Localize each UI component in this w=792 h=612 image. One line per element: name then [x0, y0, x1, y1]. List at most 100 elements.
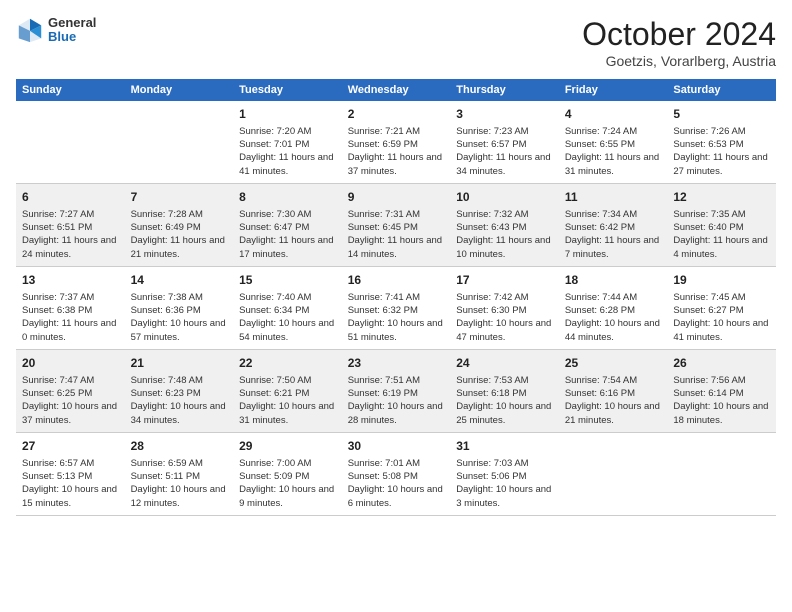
logo-text: General Blue — [48, 16, 96, 45]
calendar-table: SundayMondayTuesdayWednesdayThursdayFrid… — [16, 79, 776, 516]
week-row-4: 20Sunrise: 7:47 AM Sunset: 6:25 PM Dayli… — [16, 349, 776, 432]
logo-icon — [16, 16, 44, 44]
day-number: 27 — [22, 438, 119, 455]
day-number: 28 — [131, 438, 228, 455]
col-header-saturday: Saturday — [667, 79, 776, 101]
day-info: Sunrise: 7:40 AM Sunset: 6:34 PM Dayligh… — [239, 291, 336, 344]
col-header-friday: Friday — [559, 79, 668, 101]
location-title: Goetzis, Vorarlberg, Austria — [582, 53, 776, 69]
day-cell: 5 Sunrise: 7:26 AM Sunset: 6:53 PM Daylig… — [667, 101, 776, 183]
day-info: Sunrise: 7:01 AM Sunset: 5:08 PM Dayligh… — [348, 457, 445, 510]
day-cell — [125, 101, 234, 183]
day-info: Sunrise: 7:24 AM Sunset: 6:55 PM Dayligh… — [565, 125, 662, 178]
day-cell: 4Sunrise: 7:24 AM Sunset: 6:55 PM Daylig… — [559, 101, 668, 183]
day-number: 5 — [673, 106, 770, 123]
day-number: 18 — [565, 272, 662, 289]
day-info: Sunrise: 7:41 AM Sunset: 6:32 PM Dayligh… — [348, 291, 445, 344]
day-number: 9 — [348, 189, 445, 206]
day-number: 3 — [456, 106, 553, 123]
header: General Blue October 2024 Goetzis, Vorar… — [16, 16, 776, 69]
day-info: Sunrise: 7:51 AM Sunset: 6:19 PM Dayligh… — [348, 374, 445, 427]
day-info: Sunrise: 7:32 AM Sunset: 6:43 PM Dayligh… — [456, 208, 553, 261]
day-cell: 22Sunrise: 7:50 AM Sunset: 6:21 PM Dayli… — [233, 349, 342, 432]
title-area: October 2024 Goetzis, Vorarlberg, Austri… — [582, 16, 776, 69]
day-info: Sunrise: 7:45 AM Sunset: 6:27 PM Dayligh… — [673, 291, 770, 344]
day-info: Sunrise: 7:48 AM Sunset: 6:23 PM Dayligh… — [131, 374, 228, 427]
day-info: Sunrise: 7:42 AM Sunset: 6:30 PM Dayligh… — [456, 291, 553, 344]
day-cell: 8Sunrise: 7:30 AM Sunset: 6:47 PM Daylig… — [233, 183, 342, 266]
day-cell: 13 Sunrise: 7:37 AM Sunset: 6:38 PM Dayli… — [16, 266, 125, 349]
day-cell: 18 Sunrise: 7:44 AM Sunset: 6:28 PM Dayli… — [559, 266, 668, 349]
day-info: Sunrise: 6:59 AM Sunset: 5:11 PM Dayligh… — [131, 457, 228, 510]
day-cell: 7 Sunrise: 7:28 AM Sunset: 6:49 PM Daylig… — [125, 183, 234, 266]
day-number: 2 — [348, 106, 445, 123]
day-cell: 26 Sunrise: 7:56 AM Sunset: 6:14 PM Dayli… — [667, 349, 776, 432]
day-cell — [16, 101, 125, 183]
day-number: 6 — [22, 189, 119, 206]
day-info: Sunrise: 7:26 AM Sunset: 6:53 PM Dayligh… — [673, 125, 770, 178]
day-number: 25 — [565, 355, 662, 372]
day-info: Sunrise: 7:31 AM Sunset: 6:45 PM Dayligh… — [348, 208, 445, 261]
day-info: Sunrise: 7:00 AM Sunset: 5:09 PM Dayligh… — [239, 457, 336, 510]
day-number: 7 — [131, 189, 228, 206]
day-info: Sunrise: 7:30 AM Sunset: 6:47 PM Dayligh… — [239, 208, 336, 261]
day-cell — [667, 432, 776, 515]
day-number: 17 — [456, 272, 553, 289]
day-cell: 10 Sunrise: 7:32 AM Sunset: 6:43 PM Dayli… — [450, 183, 559, 266]
day-number: 29 — [239, 438, 336, 455]
day-cell: 24Sunrise: 7:53 AM Sunset: 6:18 PM Dayli… — [450, 349, 559, 432]
day-cell: 1Sunrise: 7:20 AM Sunset: 7:01 PM Daylig… — [233, 101, 342, 183]
day-info: Sunrise: 7:21 AM Sunset: 6:59 PM Dayligh… — [348, 125, 445, 178]
day-number: 21 — [131, 355, 228, 372]
day-cell: 29 Sunrise: 7:00 AM Sunset: 5:09 PM Dayli… — [233, 432, 342, 515]
day-cell: 31 Sunrise: 7:03 AM Sunset: 5:06 PM Dayli… — [450, 432, 559, 515]
day-number: 11 — [565, 189, 662, 206]
day-number: 13 — [22, 272, 119, 289]
day-number: 22 — [239, 355, 336, 372]
week-row-1: 1Sunrise: 7:20 AM Sunset: 7:01 PM Daylig… — [16, 101, 776, 183]
day-number: 10 — [456, 189, 553, 206]
week-row-3: 13 Sunrise: 7:37 AM Sunset: 6:38 PM Dayli… — [16, 266, 776, 349]
day-info: Sunrise: 7:28 AM Sunset: 6:49 PM Dayligh… — [131, 208, 228, 261]
day-info: Sunrise: 6:57 AM Sunset: 5:13 PM Dayligh… — [22, 457, 119, 510]
day-cell: 3Sunrise: 7:23 AM Sunset: 6:57 PM Daylig… — [450, 101, 559, 183]
day-info: Sunrise: 7:56 AM Sunset: 6:14 PM Dayligh… — [673, 374, 770, 427]
day-cell: 21 Sunrise: 7:48 AM Sunset: 6:23 PM Dayli… — [125, 349, 234, 432]
logo: General Blue — [16, 16, 96, 45]
day-info: Sunrise: 7:35 AM Sunset: 6:40 PM Dayligh… — [673, 208, 770, 261]
day-info: Sunrise: 7:03 AM Sunset: 5:06 PM Dayligh… — [456, 457, 553, 510]
day-number: 14 — [131, 272, 228, 289]
day-info: Sunrise: 7:53 AM Sunset: 6:18 PM Dayligh… — [456, 374, 553, 427]
header-row: SundayMondayTuesdayWednesdayThursdayFrid… — [16, 79, 776, 101]
day-info: Sunrise: 7:37 AM Sunset: 6:38 PM Dayligh… — [22, 291, 119, 344]
day-info: Sunrise: 7:34 AM Sunset: 6:42 PM Dayligh… — [565, 208, 662, 261]
day-number: 12 — [673, 189, 770, 206]
day-cell: 15Sunrise: 7:40 AM Sunset: 6:34 PM Dayli… — [233, 266, 342, 349]
col-header-thursday: Thursday — [450, 79, 559, 101]
day-cell: 27 Sunrise: 6:57 AM Sunset: 5:13 PM Dayli… — [16, 432, 125, 515]
day-info: Sunrise: 7:47 AM Sunset: 6:25 PM Dayligh… — [22, 374, 119, 427]
day-info: Sunrise: 7:20 AM Sunset: 7:01 PM Dayligh… — [239, 125, 336, 178]
day-cell: 14 Sunrise: 7:38 AM Sunset: 6:36 PM Dayli… — [125, 266, 234, 349]
col-header-wednesday: Wednesday — [342, 79, 451, 101]
day-number: 31 — [456, 438, 553, 455]
day-cell: 25 Sunrise: 7:54 AM Sunset: 6:16 PM Dayli… — [559, 349, 668, 432]
day-info: Sunrise: 7:54 AM Sunset: 6:16 PM Dayligh… — [565, 374, 662, 427]
month-title: October 2024 — [582, 16, 776, 53]
day-number: 26 — [673, 355, 770, 372]
day-cell: 11 Sunrise: 7:34 AM Sunset: 6:42 PM Dayli… — [559, 183, 668, 266]
day-cell: 23Sunrise: 7:51 AM Sunset: 6:19 PM Dayli… — [342, 349, 451, 432]
day-number: 16 — [348, 272, 445, 289]
week-row-5: 27 Sunrise: 6:57 AM Sunset: 5:13 PM Dayli… — [16, 432, 776, 515]
col-header-sunday: Sunday — [16, 79, 125, 101]
day-number: 30 — [348, 438, 445, 455]
week-row-2: 6Sunrise: 7:27 AM Sunset: 6:51 PM Daylig… — [16, 183, 776, 266]
day-info: Sunrise: 7:44 AM Sunset: 6:28 PM Dayligh… — [565, 291, 662, 344]
day-number: 19 — [673, 272, 770, 289]
day-info: Sunrise: 7:38 AM Sunset: 6:36 PM Dayligh… — [131, 291, 228, 344]
day-cell: 17 Sunrise: 7:42 AM Sunset: 6:30 PM Dayli… — [450, 266, 559, 349]
logo-general-text: General — [48, 16, 96, 30]
day-cell: 28 Sunrise: 6:59 AM Sunset: 5:11 PM Dayli… — [125, 432, 234, 515]
day-cell: 2 Sunrise: 7:21 AM Sunset: 6:59 PM Daylig… — [342, 101, 451, 183]
day-cell: 6Sunrise: 7:27 AM Sunset: 6:51 PM Daylig… — [16, 183, 125, 266]
